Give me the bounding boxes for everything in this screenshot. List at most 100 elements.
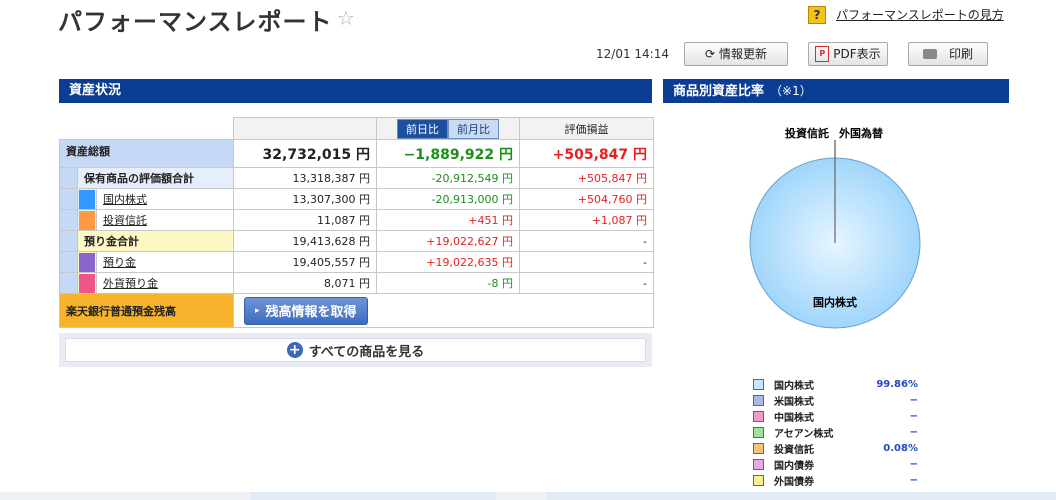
holdings-label: 保有商品の評価額合計 — [77, 167, 234, 189]
legend-pct: − — [909, 410, 918, 422]
total-pl: +505,847 円 — [519, 139, 654, 168]
plus-circle-icon: + — [286, 342, 303, 358]
legend-pct: 0.08% — [883, 442, 918, 454]
holdings-value: 13,318,387 円 — [233, 167, 377, 189]
legend-name: 中国株式 — [774, 412, 814, 424]
legend-item: 中国株式 − — [753, 408, 918, 424]
assets-section-title: 資産状況 — [69, 83, 122, 98]
see-all-label: すべての商品を見る — [308, 344, 425, 360]
deposit-link[interactable]: 預り金 — [103, 256, 136, 269]
printer-icon — [922, 49, 937, 59]
pie-legend: 国内株式 99.86% 米国株式 − 中国株式 − アセアン株式 − 投資信託 0.08%… — [753, 376, 918, 488]
deposit-pl: - — [519, 251, 654, 273]
fx-deposit-change: -8 円 — [376, 272, 520, 294]
domestic-change: -20,913,000 円 — [376, 188, 520, 210]
legend-item: 外国債券 − — [753, 472, 918, 488]
legend-pct: − — [909, 394, 918, 406]
see-all-button[interactable]: + すべての商品を見る — [65, 338, 646, 362]
deposit-total-change: +19,022,627 円 — [376, 230, 520, 252]
see-all-bar: + すべての商品を見る — [59, 333, 652, 367]
deposit-total-label: 預り金合計 — [77, 230, 234, 252]
legend-name: 投資信託 — [774, 444, 814, 456]
deposit-value: 19,405,557 円 — [233, 251, 377, 273]
footer-strip-segment — [250, 492, 496, 500]
domestic-link[interactable]: 国内株式 — [103, 193, 147, 206]
trust-change: +451 円 — [376, 209, 520, 231]
table-row-holdings: 保有商品の評価額合計 13,318,387 円 -20,912,549 円 +5… — [59, 167, 654, 189]
assets-section-header: 資産状況 — [59, 79, 652, 103]
legend-swatch — [753, 442, 764, 454]
print-button[interactable]: 印刷 — [908, 42, 988, 66]
deposit-change: +19,022,635 円 — [376, 251, 520, 273]
pdf-label: PDF表示 — [833, 47, 881, 61]
pdf-icon: P — [815, 46, 830, 62]
holdings-change: -20,912,549 円 — [376, 167, 520, 189]
allocation-pie-chart: 投資信託 外国為替 国内株式 — [749, 126, 921, 329]
deposit-swatch — [79, 252, 95, 272]
legend-name: 米国株式 — [774, 396, 814, 408]
legend-item: 米国株式 − — [753, 392, 918, 408]
deposit-total-value: 19,413,628 円 — [233, 230, 377, 252]
trust-link[interactable]: 投資信託 — [103, 214, 147, 227]
help-icon[interactable]: ? — [808, 6, 826, 24]
legend-name: アセアン株式 — [774, 428, 834, 440]
legend-swatch — [753, 410, 764, 422]
arrow-right-icon: ▸ — [255, 305, 260, 316]
deposit-total-pl: - — [519, 230, 654, 252]
get-balance-label: 残高情報を取得 — [265, 305, 357, 320]
timestamp: 12/01 14:14 — [596, 47, 669, 61]
legend-item: アセアン株式 − — [753, 424, 918, 440]
favorite-star-icon[interactable]: ☆ — [337, 6, 355, 30]
legend-swatch — [753, 394, 764, 406]
page-title: パフォーマンスレポート — [58, 8, 333, 36]
pie-label-fx: 外国為替 — [838, 126, 884, 140]
footer-strip-segment — [546, 492, 1056, 500]
tab-daily-change[interactable]: 前日比 — [397, 118, 448, 139]
domestic-value: 13,307,300 円 — [233, 188, 377, 210]
tab-monthly-change[interactable]: 前月比 — [448, 118, 499, 139]
legend-pct: − — [909, 474, 918, 486]
table-row-fx-deposit: 外貨預り金 8,071 円 -8 円 - — [59, 272, 654, 294]
trust-value: 11,087 円 — [233, 209, 377, 231]
get-balance-button[interactable]: ▸ 残高情報を取得 — [244, 296, 368, 325]
ratio-section-note: （※1） — [770, 84, 812, 98]
fx-deposit-value: 8,071 円 — [233, 272, 377, 294]
legend-swatch — [753, 458, 764, 470]
pie-label-trust: 投資信託 — [785, 126, 829, 140]
pie-label-domestic: 国内株式 — [813, 295, 857, 309]
print-label: 印刷 — [948, 47, 973, 61]
ratio-section-header: 商品別資産比率 （※1） — [663, 79, 1009, 103]
legend-name: 外国債券 — [774, 476, 814, 488]
legend-item: 国内株式 99.86% — [753, 376, 918, 392]
ratio-section-title: 商品別資産比率 — [673, 84, 765, 99]
holdings-pl: +505,847 円 — [519, 167, 654, 189]
refresh-button[interactable]: ⟳ 情報更新 — [684, 42, 788, 66]
fx-deposit-swatch — [79, 273, 95, 293]
legend-item: 投資信託 0.08% — [753, 440, 918, 456]
total-value: 32,732,015 円 — [233, 139, 377, 168]
domestic-pl: +504,760 円 — [519, 188, 654, 210]
legend-pct: − — [909, 426, 918, 438]
table-row-bank: 楽天銀行普通預金残高 ▸ 残高情報を取得 — [59, 293, 654, 328]
table-row-trust: 投資信託 11,087 円 +451 円 +1,087 円 — [59, 209, 654, 231]
fx-deposit-pl: - — [519, 272, 654, 294]
legend-pct: − — [909, 458, 918, 470]
bank-label: 楽天銀行普通預金残高 — [59, 293, 234, 328]
col-header-pl: 評価損益 — [519, 117, 654, 140]
legend-name: 国内債券 — [774, 460, 814, 472]
refresh-icon: ⟳ — [704, 47, 716, 61]
legend-swatch — [753, 426, 764, 438]
legend-pct: 99.86% — [876, 378, 918, 390]
help-link[interactable]: パフォーマンスレポートの見方 — [836, 6, 1004, 23]
legend-item: 国内債券 − — [753, 456, 918, 472]
pdf-button[interactable]: P PDF表示 — [808, 42, 888, 66]
domestic-swatch — [79, 189, 95, 209]
legend-swatch — [753, 474, 764, 486]
legend-swatch — [753, 378, 764, 390]
legend-name: 国内株式 — [774, 380, 814, 392]
table-row-deposit-total: 預り金合計 19,413,628 円 +19,022,627 円 - — [59, 230, 654, 252]
trust-swatch — [79, 210, 95, 230]
table-row-deposit: 預り金 19,405,557 円 +19,022,635 円 - — [59, 251, 654, 273]
fx-deposit-link[interactable]: 外貨預り金 — [103, 277, 158, 290]
trust-pl: +1,087 円 — [519, 209, 654, 231]
